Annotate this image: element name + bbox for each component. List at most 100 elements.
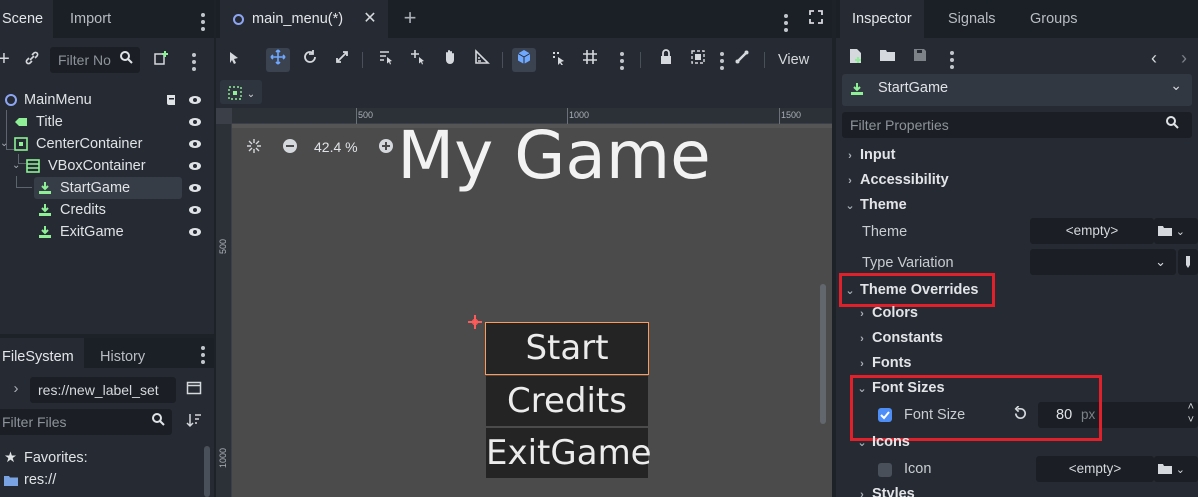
zoom-out-icon[interactable]: [280, 138, 300, 158]
section-theme[interactable]: ⌄ Theme: [836, 193, 1198, 218]
save-icon[interactable]: [910, 48, 930, 68]
pan-tool-icon[interactable]: [438, 48, 462, 72]
filter-files-input[interactable]: Filter Files: [0, 409, 172, 435]
lock-options-icon[interactable]: [720, 52, 724, 73]
close-tab-icon[interactable]: ✕: [360, 9, 380, 29]
snap-options-icon[interactable]: [620, 52, 624, 73]
distraction-free-icon[interactable]: [806, 9, 826, 29]
tab-inspector[interactable]: Inspector: [840, 0, 924, 38]
section-icons[interactable]: ⌄ Icons: [836, 430, 1198, 455]
collapse-chevron-icon[interactable]: ⌄: [12, 155, 20, 177]
sort-icon[interactable]: [184, 412, 204, 432]
move-tool-icon[interactable]: [266, 48, 290, 72]
type-variation-select[interactable]: ⌄: [1030, 249, 1176, 275]
pencil-icon: [1186, 256, 1190, 269]
scene-tabs-bar: main_menu(*) ✕ +: [216, 0, 832, 38]
tree-item-credits[interactable]: Credits: [0, 199, 214, 221]
tab-import[interactable]: Import: [60, 0, 121, 38]
filter-properties-input[interactable]: Filter Properties: [842, 112, 1192, 138]
game-title-label[interactable]: My Game: [344, 124, 764, 196]
theme-load-button[interactable]: ⌄: [1154, 218, 1198, 244]
new-resource-icon[interactable]: [846, 48, 866, 68]
chevron-down-icon: ⌄: [246, 89, 256, 100]
tree-item-centercontainer[interactable]: ⌄ CenterContainer: [0, 133, 214, 155]
visibility-eye-icon[interactable]: [188, 137, 202, 151]
visibility-eye-icon[interactable]: [188, 225, 202, 239]
split-view-icon[interactable]: [184, 380, 204, 400]
section-colors[interactable]: › Colors: [836, 301, 1198, 326]
add-node-icon[interactable]: +: [0, 49, 14, 69]
section-constants[interactable]: › Constants: [836, 326, 1198, 351]
section-input[interactable]: › Input: [836, 143, 1198, 168]
visibility-eye-icon[interactable]: [188, 181, 202, 195]
visibility-eye-icon[interactable]: [188, 159, 202, 173]
filesystem-scrollbar[interactable]: [204, 446, 210, 497]
start-game-button[interactable]: Start: [485, 322, 649, 375]
icon-load-button[interactable]: ⌄: [1154, 456, 1198, 482]
select-tool-icon[interactable]: [222, 48, 246, 72]
path-field[interactable]: res://new_label_set: [30, 377, 176, 403]
scale-tool-icon[interactable]: [330, 48, 354, 72]
scene-menu-icon[interactable]: [201, 13, 205, 34]
favorites-item[interactable]: ★ Favorites:: [4, 447, 194, 469]
res-folder-item[interactable]: res://: [4, 469, 194, 491]
spin-arrows-icon[interactable]: ˄ ˅: [1188, 402, 1194, 427]
chevron-right-icon: ›: [848, 175, 852, 187]
ruler-tool-icon[interactable]: [470, 48, 494, 72]
credits-button[interactable]: Credits: [486, 376, 648, 426]
canvas-2d[interactable]: 42.4 % My Game Start Credits ExitGame: [232, 124, 832, 497]
inspector-options-icon[interactable]: [950, 51, 954, 72]
smart-snap-icon[interactable]: [512, 48, 536, 72]
grid-snap-icon[interactable]: [578, 48, 602, 72]
control-node-icon: [5, 94, 17, 106]
anchor-layout-button[interactable]: ⌄: [220, 80, 262, 104]
icon-value-field[interactable]: <empty>: [1036, 456, 1154, 482]
node-selector[interactable]: StartGame ⌄: [842, 74, 1192, 106]
history-forward-icon[interactable]: ›: [1174, 48, 1194, 68]
snap-pivot-icon[interactable]: [546, 48, 570, 72]
bone-icon[interactable]: [730, 48, 754, 72]
script-icon[interactable]: [164, 93, 178, 107]
history-back-icon[interactable]: ‹: [1144, 48, 1164, 68]
canvas-scrollbar[interactable]: [820, 284, 826, 424]
tab-groups[interactable]: Groups: [1020, 0, 1088, 38]
scene-circle-icon: [233, 14, 244, 25]
chevron-right-icon[interactable]: ›: [6, 379, 26, 399]
list-select-icon[interactable]: [374, 48, 398, 72]
chevron-down-icon: ⌄: [1170, 77, 1182, 93]
tree-item-mainmenu[interactable]: MainMenu: [0, 89, 214, 111]
new-tab-icon[interactable]: +: [400, 7, 420, 29]
instance-scene-icon[interactable]: [151, 50, 171, 70]
section-accessibility[interactable]: › Accessibility: [836, 168, 1198, 193]
filesystem-menu-icon[interactable]: [201, 346, 205, 367]
tree-item-startgame[interactable]: StartGame: [34, 177, 182, 199]
button-node-icon: [851, 83, 863, 95]
theme-value-field[interactable]: <empty>: [1030, 218, 1154, 244]
link-icon[interactable]: [22, 50, 42, 70]
tab-scene[interactable]: Scene: [0, 0, 54, 38]
center-container-icon: [14, 137, 28, 151]
pivot-tool-icon[interactable]: [406, 48, 430, 72]
pivot-cross-icon[interactable]: [467, 314, 482, 329]
visibility-eye-icon[interactable]: [188, 203, 202, 217]
editor-menu-icon[interactable]: [784, 14, 788, 35]
type-variation-edit-button[interactable]: [1178, 249, 1198, 275]
section-fonts[interactable]: › Fonts: [836, 351, 1198, 376]
group-icon[interactable]: [686, 48, 710, 72]
visibility-eye-icon[interactable]: [188, 93, 202, 107]
tree-item-exitgame[interactable]: ExitGame: [0, 221, 214, 243]
filesystem-dock: FileSystem History › res://new_label_set…: [0, 338, 214, 497]
collapse-chevron-icon[interactable]: ⌄: [0, 133, 8, 155]
visibility-eye-icon[interactable]: [188, 115, 202, 129]
open-folder-icon[interactable]: [878, 48, 898, 68]
view-menu-button[interactable]: View: [768, 40, 819, 80]
rotate-tool-icon[interactable]: [298, 48, 322, 72]
scene-options-icon[interactable]: [192, 53, 196, 74]
tree-item-title[interactable]: Title: [0, 111, 214, 133]
tree-item-vboxcontainer[interactable]: ⌄ VBoxContainer: [0, 155, 214, 177]
lock-icon[interactable]: [654, 48, 678, 72]
center-view-icon[interactable]: [244, 138, 264, 158]
tab-signals[interactable]: Signals: [938, 0, 1006, 38]
exit-game-button[interactable]: ExitGame: [486, 428, 652, 478]
section-styles[interactable]: › Styles: [836, 482, 1198, 497]
